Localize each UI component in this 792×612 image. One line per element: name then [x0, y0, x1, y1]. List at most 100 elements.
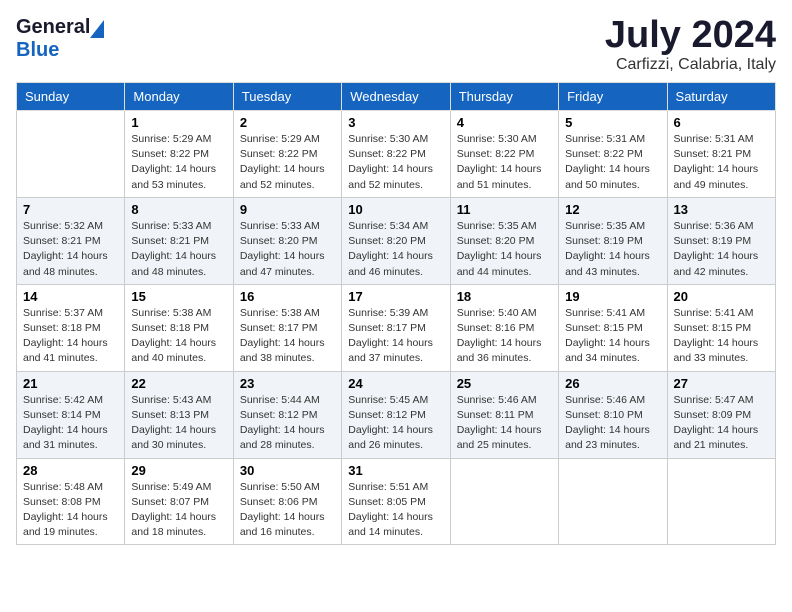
day-number: 24: [348, 376, 443, 391]
day-info: Sunrise: 5:45 AM Sunset: 8:12 PM Dayligh…: [348, 393, 443, 454]
calendar-cell: 6Sunrise: 5:31 AM Sunset: 8:21 PM Daylig…: [667, 111, 775, 198]
logo-blue: Blue: [16, 39, 59, 61]
calendar-cell: [559, 458, 667, 545]
day-number: 23: [240, 376, 335, 391]
calendar-cell: 13 Sunrise: 5:36 AM Sunset: 8:19 PM Dayli…: [667, 197, 775, 284]
calendar-cell: 11 Sunrise: 5:35 AM Sunset: 8:20 PM Dayli…: [450, 197, 558, 284]
day-info: Sunrise: 5:36 AM Sunset: 8:19 PM Dayligh…: [674, 219, 769, 280]
day-info: Sunrise: 5:44 AM Sunset: 8:12 PM Dayligh…: [240, 393, 335, 454]
day-info: Sunrise: 5:46 AM Sunset: 8:10 PM Dayligh…: [565, 393, 660, 454]
calendar-cell: 8 Sunrise: 5:33 AM Sunset: 8:21 PM Daylig…: [125, 197, 233, 284]
day-info: Sunrise: 5:39 AM Sunset: 8:17 PM Dayligh…: [348, 306, 443, 367]
calendar-cell: 24 Sunrise: 5:45 AM Sunset: 8:12 PM Dayli…: [342, 371, 450, 458]
calendar-cell: 15 Sunrise: 5:38 AM Sunset: 8:18 PM Dayli…: [125, 284, 233, 371]
day-number: 17: [348, 289, 443, 304]
calendar-cell: 18 Sunrise: 5:40 AM Sunset: 8:16 PM Dayli…: [450, 284, 558, 371]
calendar-cell: 21Sunrise: 5:42 AM Sunset: 8:14 PM Dayli…: [17, 371, 125, 458]
weekday-header: Saturday: [667, 83, 775, 111]
day-number: 25: [457, 376, 552, 391]
day-info: Sunrise: 5:33 AM Sunset: 8:21 PM Dayligh…: [131, 219, 226, 280]
day-number: 27: [674, 376, 769, 391]
calendar-cell: [667, 458, 775, 545]
calendar-cell: 19Sunrise: 5:41 AM Sunset: 8:15 PM Dayli…: [559, 284, 667, 371]
day-info: Sunrise: 5:31 AM Sunset: 8:21 PM Dayligh…: [674, 132, 769, 193]
calendar-cell: 31Sunrise: 5:51 AM Sunset: 8:05 PM Dayli…: [342, 458, 450, 545]
day-info: Sunrise: 5:43 AM Sunset: 8:13 PM Dayligh…: [131, 393, 226, 454]
day-info: Sunrise: 5:32 AM Sunset: 8:21 PM Dayligh…: [23, 219, 118, 280]
calendar-cell: 20 Sunrise: 5:41 AM Sunset: 8:15 PM Dayli…: [667, 284, 775, 371]
day-number: 15: [131, 289, 226, 304]
calendar-week-row: 21Sunrise: 5:42 AM Sunset: 8:14 PM Dayli…: [17, 371, 776, 458]
weekday-header: Tuesday: [233, 83, 341, 111]
day-number: 10: [348, 202, 443, 217]
day-info: Sunrise: 5:33 AM Sunset: 8:20 PM Dayligh…: [240, 219, 335, 280]
calendar-week-row: 7 Sunrise: 5:32 AM Sunset: 8:21 PM Daylig…: [17, 197, 776, 284]
calendar-cell: 30 Sunrise: 5:50 AM Sunset: 8:06 PM Dayli…: [233, 458, 341, 545]
day-number: 7: [23, 202, 118, 217]
calendar-cell: 25 Sunrise: 5:46 AM Sunset: 8:11 PM Dayli…: [450, 371, 558, 458]
day-number: 2: [240, 115, 335, 130]
day-number: 30: [240, 463, 335, 478]
calendar-cell: 4 Sunrise: 5:30 AM Sunset: 8:22 PM Daylig…: [450, 111, 558, 198]
location-title: Carfizzi, Calabria, Italy: [605, 56, 776, 74]
day-info: Sunrise: 5:50 AM Sunset: 8:06 PM Dayligh…: [240, 480, 335, 541]
day-info: Sunrise: 5:29 AM Sunset: 8:22 PM Dayligh…: [131, 132, 226, 193]
day-number: 14: [23, 289, 118, 304]
header: General Blue July 2024 Carfizzi, Calabri…: [16, 16, 776, 74]
day-info: Sunrise: 5:31 AM Sunset: 8:22 PM Dayligh…: [565, 132, 660, 193]
calendar-cell: 12Sunrise: 5:35 AM Sunset: 8:19 PM Dayli…: [559, 197, 667, 284]
day-number: 11: [457, 202, 552, 217]
weekday-header: Monday: [125, 83, 233, 111]
calendar-table: SundayMondayTuesdayWednesdayThursdayFrid…: [16, 82, 776, 545]
calendar-cell: 3 Sunrise: 5:30 AM Sunset: 8:22 PM Daylig…: [342, 111, 450, 198]
calendar-cell: 5Sunrise: 5:31 AM Sunset: 8:22 PM Daylig…: [559, 111, 667, 198]
calendar-week-row: 28 Sunrise: 5:48 AM Sunset: 8:08 PM Dayli…: [17, 458, 776, 545]
day-number: 12: [565, 202, 660, 217]
day-info: Sunrise: 5:48 AM Sunset: 8:08 PM Dayligh…: [23, 480, 118, 541]
day-number: 3: [348, 115, 443, 130]
calendar-cell: 7 Sunrise: 5:32 AM Sunset: 8:21 PM Daylig…: [17, 197, 125, 284]
day-number: 19: [565, 289, 660, 304]
day-info: Sunrise: 5:35 AM Sunset: 8:20 PM Dayligh…: [457, 219, 552, 280]
calendar-cell: 27Sunrise: 5:47 AM Sunset: 8:09 PM Dayli…: [667, 371, 775, 458]
day-number: 4: [457, 115, 552, 130]
day-info: Sunrise: 5:34 AM Sunset: 8:20 PM Dayligh…: [348, 219, 443, 280]
day-number: 20: [674, 289, 769, 304]
day-number: 26: [565, 376, 660, 391]
day-number: 22: [131, 376, 226, 391]
day-info: Sunrise: 5:37 AM Sunset: 8:18 PM Dayligh…: [23, 306, 118, 367]
day-number: 9: [240, 202, 335, 217]
day-number: 29: [131, 463, 226, 478]
calendar-cell: 16Sunrise: 5:38 AM Sunset: 8:17 PM Dayli…: [233, 284, 341, 371]
weekday-header: Sunday: [17, 83, 125, 111]
day-number: 13: [674, 202, 769, 217]
day-number: 1: [131, 115, 226, 130]
day-number: 21: [23, 376, 118, 391]
calendar-cell: 9 Sunrise: 5:33 AM Sunset: 8:20 PM Daylig…: [233, 197, 341, 284]
calendar-cell: [17, 111, 125, 198]
day-info: Sunrise: 5:30 AM Sunset: 8:22 PM Dayligh…: [348, 132, 443, 193]
day-info: Sunrise: 5:30 AM Sunset: 8:22 PM Dayligh…: [457, 132, 552, 193]
day-number: 28: [23, 463, 118, 478]
day-info: Sunrise: 5:38 AM Sunset: 8:18 PM Dayligh…: [131, 306, 226, 367]
day-number: 18: [457, 289, 552, 304]
calendar-cell: 23 Sunrise: 5:44 AM Sunset: 8:12 PM Dayli…: [233, 371, 341, 458]
weekday-header-row: SundayMondayTuesdayWednesdayThursdayFrid…: [17, 83, 776, 111]
day-info: Sunrise: 5:49 AM Sunset: 8:07 PM Dayligh…: [131, 480, 226, 541]
month-title: July 2024: [605, 16, 776, 54]
calendar-cell: 28 Sunrise: 5:48 AM Sunset: 8:08 PM Dayli…: [17, 458, 125, 545]
logo: General Blue: [16, 16, 104, 62]
day-number: 31: [348, 463, 443, 478]
calendar-cell: 2Sunrise: 5:29 AM Sunset: 8:22 PM Daylig…: [233, 111, 341, 198]
logo-icon: [90, 20, 104, 38]
day-info: Sunrise: 5:41 AM Sunset: 8:15 PM Dayligh…: [674, 306, 769, 367]
calendar-cell: 17 Sunrise: 5:39 AM Sunset: 8:17 PM Dayli…: [342, 284, 450, 371]
day-info: Sunrise: 5:38 AM Sunset: 8:17 PM Dayligh…: [240, 306, 335, 367]
calendar-cell: 22 Sunrise: 5:43 AM Sunset: 8:13 PM Dayli…: [125, 371, 233, 458]
calendar-cell: 26 Sunrise: 5:46 AM Sunset: 8:10 PM Dayli…: [559, 371, 667, 458]
day-info: Sunrise: 5:46 AM Sunset: 8:11 PM Dayligh…: [457, 393, 552, 454]
calendar-week-row: 14 Sunrise: 5:37 AM Sunset: 8:18 PM Dayli…: [17, 284, 776, 371]
day-number: 8: [131, 202, 226, 217]
calendar-cell: 29 Sunrise: 5:49 AM Sunset: 8:07 PM Dayli…: [125, 458, 233, 545]
day-info: Sunrise: 5:40 AM Sunset: 8:16 PM Dayligh…: [457, 306, 552, 367]
